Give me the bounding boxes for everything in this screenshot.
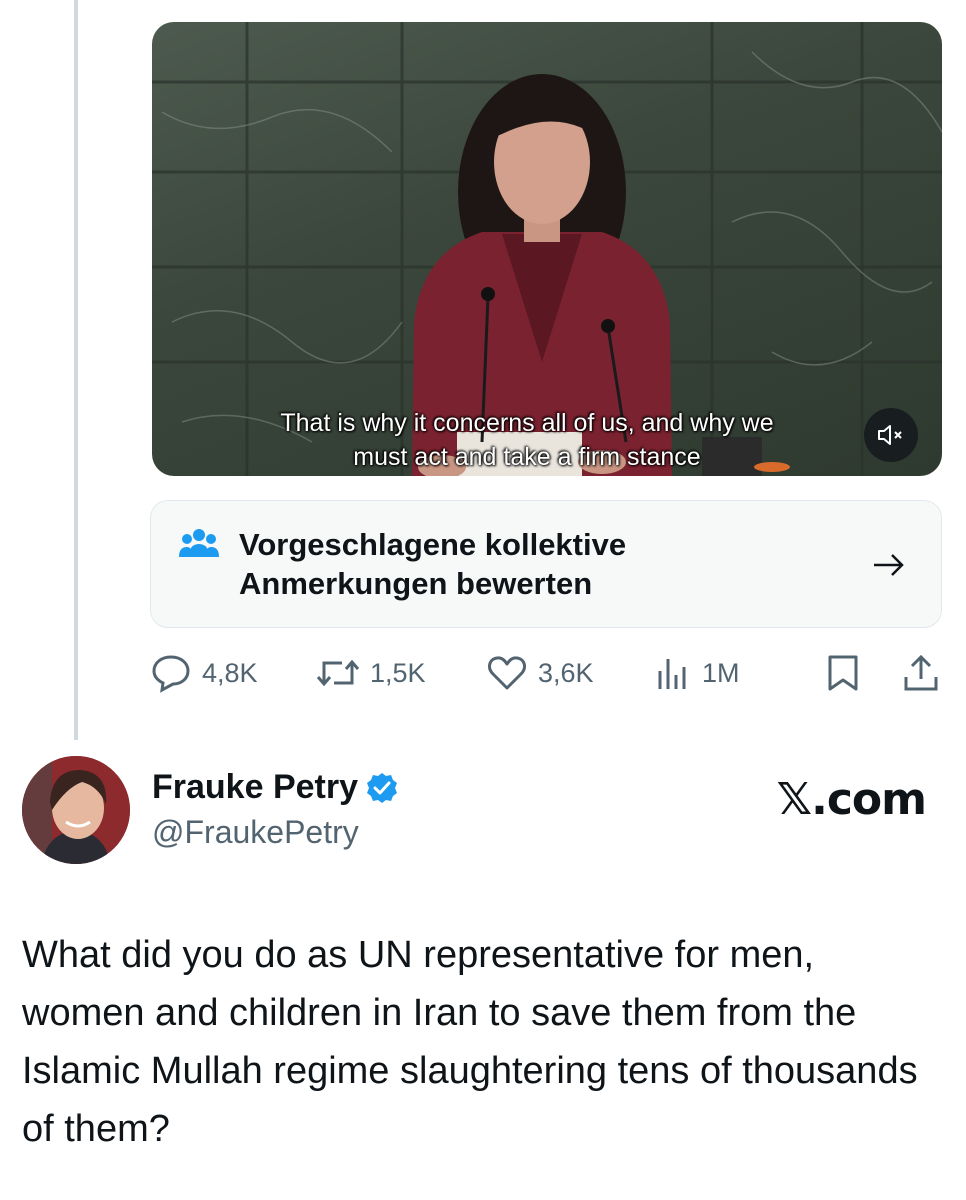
- tweet-action-bar: 4,8K 1,5K 3,6K 1M: [150, 648, 942, 698]
- like-button[interactable]: 3,6K: [486, 648, 594, 698]
- repost-count: 1,5K: [370, 657, 426, 688]
- repost-icon: [316, 659, 360, 687]
- people-group-icon: [179, 529, 219, 557]
- author-name-row[interactable]: Frauke Petry: [152, 768, 398, 807]
- thread-connector-line: [74, 0, 78, 740]
- community-notes-line-2: Anmerkungen bewerten: [239, 566, 593, 601]
- community-notes-label: Vorgeschlagene kollektive Anmerkungen be…: [239, 525, 759, 603]
- author-name[interactable]: Frauke Petry: [152, 768, 358, 807]
- video-subtitle-line-2: must act and take a firm stance: [353, 443, 701, 471]
- views-button[interactable]: 1M: [656, 648, 740, 698]
- unmute-button[interactable]: [864, 408, 918, 462]
- video-subtitle-line-1: That is why it concerns all of us, and w…: [280, 409, 774, 437]
- community-notes-rate-card[interactable]: Vorgeschlagene kollektive Anmerkungen be…: [150, 500, 942, 628]
- like-count: 3,6K: [538, 657, 594, 688]
- tweet-text: What did you do as UN representative for…: [22, 934, 918, 1150]
- reply-count: 4,8K: [202, 657, 258, 688]
- view-count: 1M: [702, 657, 740, 688]
- repost-button[interactable]: 1,5K: [316, 648, 426, 698]
- bookmark-button[interactable]: [826, 648, 870, 698]
- arrow-right-icon[interactable]: [871, 547, 907, 583]
- reply-icon: [152, 655, 190, 693]
- share-icon: [904, 654, 938, 691]
- speaker-muted-icon: [878, 425, 902, 445]
- community-notes-line-1: Vorgeschlagene kollektive: [239, 527, 627, 562]
- video-player[interactable]: That is why it concerns all of us, and w…: [152, 22, 942, 476]
- bar-chart-icon: [658, 659, 686, 689]
- bookmark-icon: [828, 655, 858, 691]
- heart-icon: [488, 656, 526, 690]
- author-handle[interactable]: @FraukePetry: [152, 814, 359, 851]
- profile-photo: [22, 756, 130, 864]
- share-button[interactable]: [902, 648, 950, 698]
- avatar[interactable]: [22, 756, 130, 864]
- reply-button[interactable]: 4,8K: [150, 648, 258, 698]
- verified-badge-icon: [367, 772, 397, 803]
- x-brand-logo: 𝕏.com: [776, 774, 927, 825]
